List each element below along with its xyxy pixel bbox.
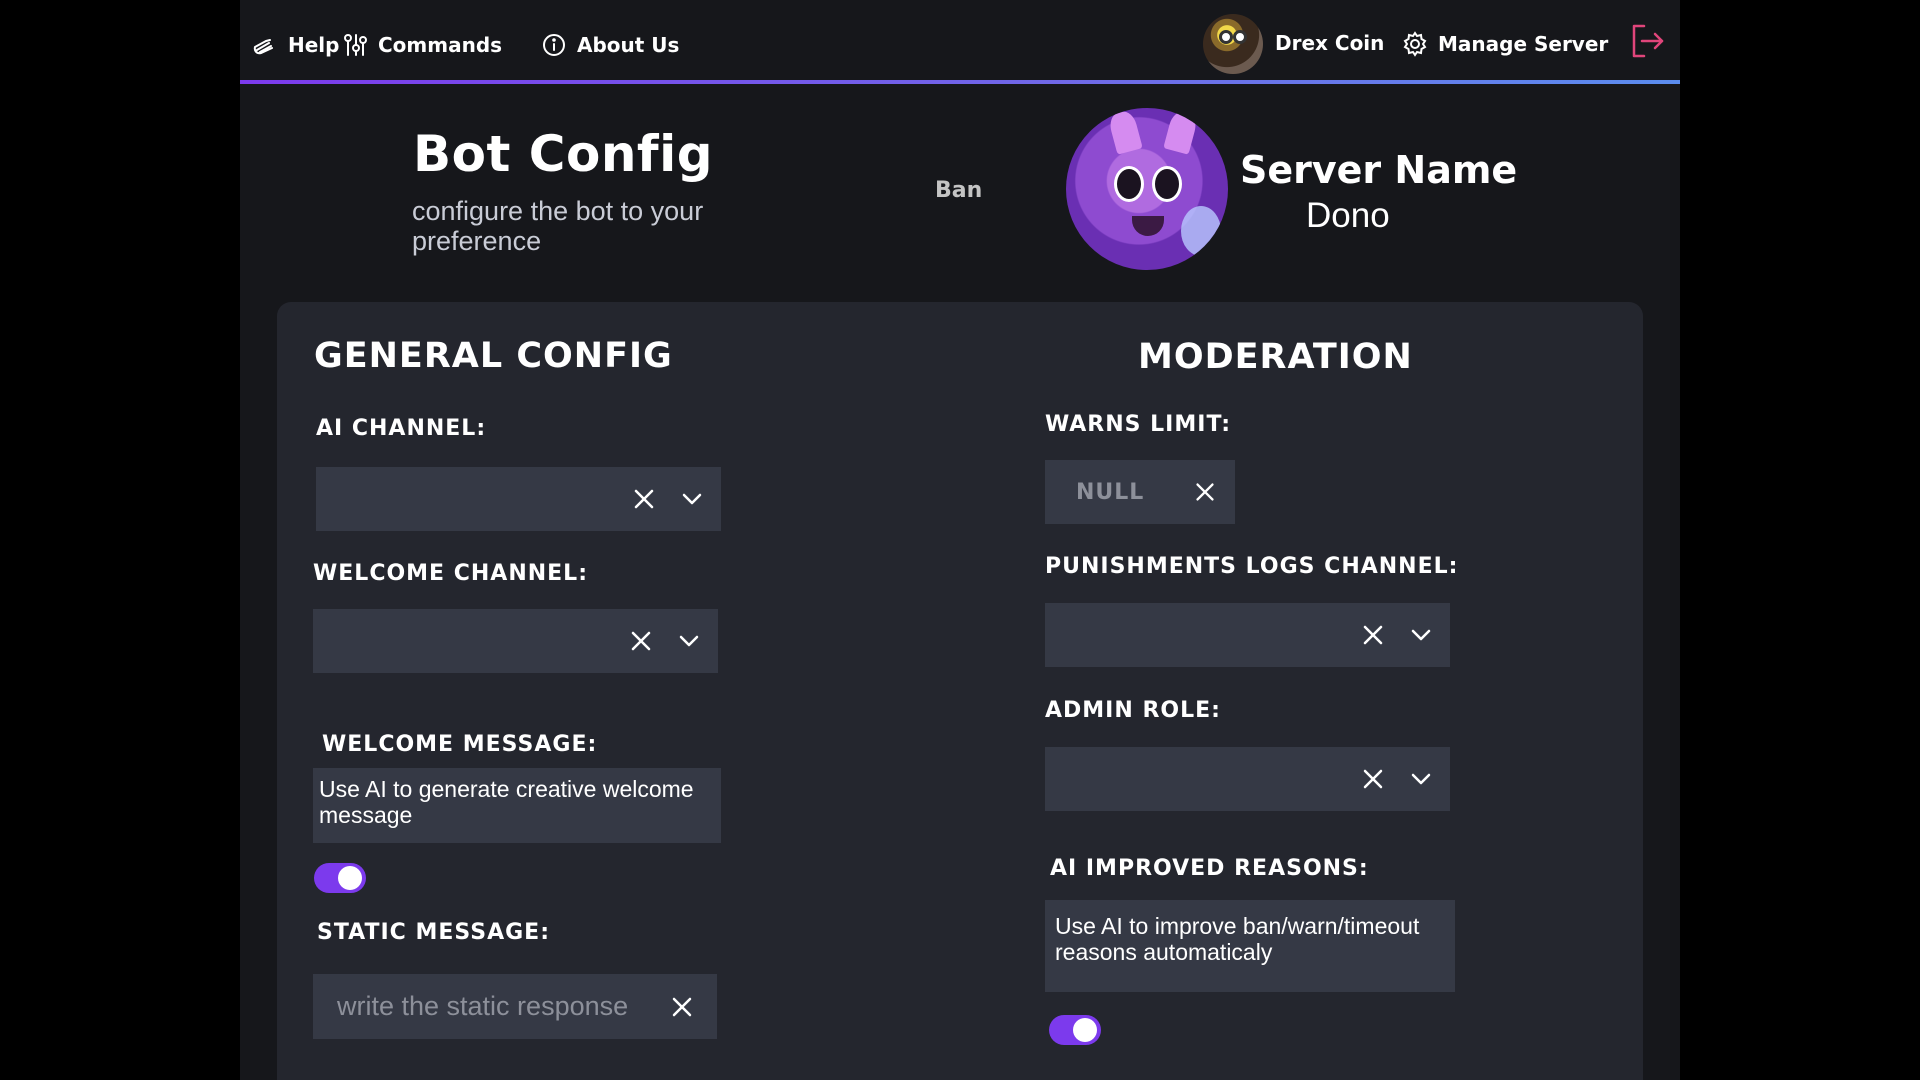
user-name-label: Drex Coin xyxy=(1275,31,1385,55)
welcome-channel-select[interactable] xyxy=(313,609,718,673)
top-nav: Help Commands About Us Drex Coin Manage … xyxy=(240,0,1680,84)
logout-icon[interactable] xyxy=(1628,22,1666,60)
nav-manage-server-label: Manage Server xyxy=(1438,32,1609,56)
gear-icon xyxy=(1403,31,1427,57)
nav-commands-label: Commands xyxy=(378,33,503,57)
welcome-ai-toggle[interactable] xyxy=(314,863,366,893)
admin-role-label: ADMIN ROLE: xyxy=(1045,698,1221,723)
punishments-logs-select[interactable] xyxy=(1045,603,1450,667)
clear-icon[interactable] xyxy=(629,484,659,514)
nav-about-label: About Us xyxy=(577,33,680,57)
general-config-title: GENERAL CONFIG xyxy=(314,336,673,376)
nav-gradient-divider xyxy=(240,80,1680,84)
warns-limit-value: NULL xyxy=(1076,479,1145,505)
ban-link[interactable]: Ban xyxy=(935,178,982,203)
page-title: Bot Config xyxy=(413,125,714,183)
server-name-value: Dono xyxy=(1306,196,1390,235)
punishments-logs-label: PUNISHMENTS LOGS CHANNEL: xyxy=(1045,554,1459,579)
welcome-message-box[interactable]: Use AI to generate creative welcome mess… xyxy=(313,768,721,843)
server-name-label: Server Name xyxy=(1240,148,1518,192)
user-name[interactable]: Drex Coin xyxy=(1275,28,1384,58)
nav-help-label: Help xyxy=(288,33,340,57)
ai-reasons-label: AI IMPROVED REASONS: xyxy=(1050,856,1369,881)
info-icon xyxy=(543,34,565,56)
chevron-down-icon[interactable] xyxy=(677,484,707,514)
moderation-title: MODERATION xyxy=(1138,337,1413,377)
nav-help[interactable]: Help xyxy=(252,30,339,60)
warns-limit-input[interactable]: NULL xyxy=(1045,460,1235,524)
config-panel: GENERAL CONFIG AI CHANNEL: WELCOME CHANN… xyxy=(277,302,1643,1080)
app-window: Help Commands About Us Drex Coin Manage … xyxy=(240,0,1680,1080)
chevron-down-icon[interactable] xyxy=(674,626,704,656)
nav-commands[interactable]: Commands xyxy=(342,30,502,60)
chevron-down-icon[interactable] xyxy=(1406,620,1436,650)
clear-icon[interactable] xyxy=(1358,764,1388,794)
clear-icon[interactable] xyxy=(667,992,697,1022)
commands-icon xyxy=(344,34,367,56)
warns-limit-label: WARNS LIMIT: xyxy=(1045,412,1232,437)
user-avatar[interactable] xyxy=(1203,14,1263,74)
server-avatar xyxy=(1066,108,1228,270)
static-message-input[interactable]: write the static response xyxy=(313,974,717,1039)
clear-icon[interactable] xyxy=(626,626,656,656)
wave-hand-icon xyxy=(253,39,273,55)
nav-manage-server[interactable]: Manage Server xyxy=(1402,29,1608,59)
ai-channel-select[interactable] xyxy=(316,467,721,531)
ai-reasons-toggle[interactable] xyxy=(1049,1015,1101,1045)
chevron-down-icon[interactable] xyxy=(1406,764,1436,794)
admin-role-select[interactable] xyxy=(1045,747,1450,811)
welcome-channel-label: WELCOME CHANNEL: xyxy=(313,561,588,586)
clear-icon[interactable] xyxy=(1191,478,1219,506)
static-message-label: STATIC MESSAGE: xyxy=(317,920,550,945)
ai-channel-label: AI CHANNEL: xyxy=(316,416,487,441)
welcome-message-label: WELCOME MESSAGE: xyxy=(322,732,598,757)
clear-icon[interactable] xyxy=(1358,620,1388,650)
nav-about[interactable]: About Us xyxy=(541,30,679,60)
ai-reasons-box[interactable]: Use AI to improve ban/warn/timeout reaso… xyxy=(1045,900,1455,992)
page-subtitle: configure the bot to your preference xyxy=(412,196,704,256)
static-message-placeholder: write the static response xyxy=(337,991,629,1021)
